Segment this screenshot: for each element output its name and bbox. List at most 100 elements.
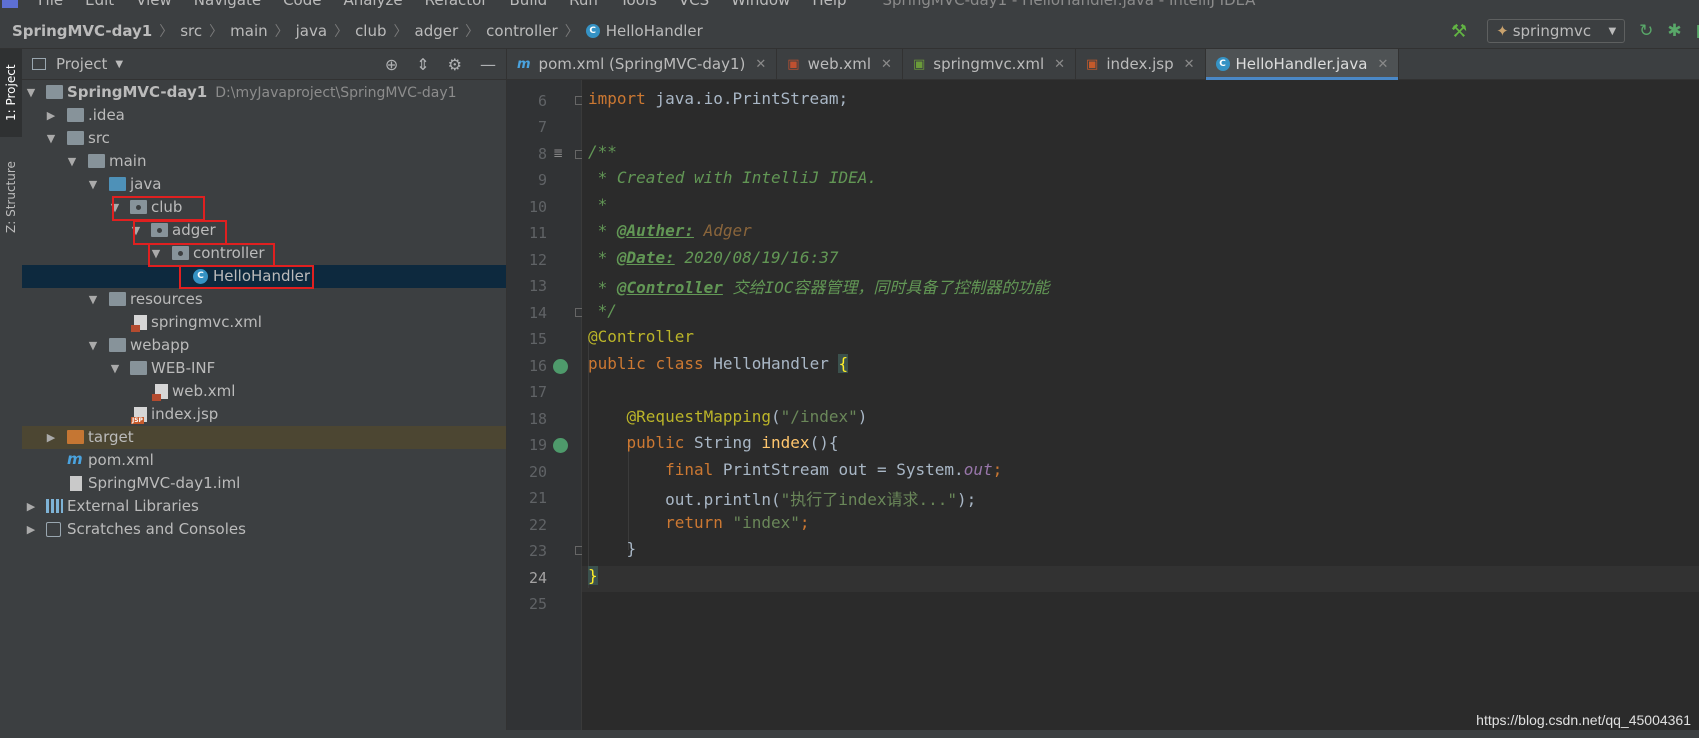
code-line: public String index(){ <box>626 433 839 452</box>
close-icon[interactable]: ✕ <box>1054 57 1065 72</box>
expand-arrow-icon[interactable]: ▼ <box>88 293 98 306</box>
breadcrumb-project[interactable]: SpringMVC-day1 <box>12 22 152 40</box>
doc-rendered-view-icon[interactable]: ≣ <box>553 146 563 160</box>
menu-view[interactable]: View <box>136 0 172 9</box>
expand-arrow-icon[interactable]: ▼ <box>110 201 120 214</box>
rerun-icon[interactable]: ↻ <box>1639 21 1653 41</box>
menu-tools[interactable]: Tools <box>620 0 657 9</box>
menu-window[interactable]: Window <box>731 0 790 9</box>
xml-file-icon: ▣ <box>912 56 926 72</box>
tab-index-jsp[interactable]: ▣ index.jsp ✕ <box>1076 49 1206 79</box>
menu-vcs[interactable]: VCS <box>679 0 709 9</box>
java-class-icon: C <box>1215 57 1230 71</box>
project-panel-title[interactable]: Project <box>56 55 107 73</box>
menu-edit[interactable]: Edit <box>85 0 114 9</box>
menu-analyze[interactable]: Analyze <box>343 0 402 9</box>
close-icon[interactable]: ✕ <box>881 57 892 72</box>
tree-item-web-inf[interactable]: ▼ WEB-INF <box>22 357 506 380</box>
menu-help[interactable]: Help <box>812 0 846 9</box>
chevron-down-icon[interactable]: ▼ <box>115 59 123 70</box>
menu-navigate[interactable]: Navigate <box>194 0 261 9</box>
tree-item-hellohandler[interactable]: C HelloHandler <box>22 265 506 288</box>
tree-item-main[interactable]: ▼ main <box>22 150 506 173</box>
jsp-file-icon <box>131 407 147 424</box>
collapse-all-icon[interactable]: ⇕ <box>416 55 429 74</box>
tree-item-external-libraries[interactable]: ▶ External Libraries <box>22 495 506 518</box>
tree-item-pom-xml[interactable]: m pom.xml <box>22 449 506 472</box>
menu-build[interactable]: Build <box>510 0 548 9</box>
tree-item-label: pom.xml <box>88 451 154 469</box>
expand-arrow-icon[interactable]: ▼ <box>131 224 141 237</box>
menu-run[interactable]: Run <box>569 0 598 9</box>
tab-label: HelloHandler.java <box>1235 55 1368 73</box>
expand-arrow-icon[interactable]: ▶ <box>26 500 36 513</box>
tree-item-web-xml[interactable]: web.xml <box>22 380 506 403</box>
build-hammer-icon[interactable]: ⚒ <box>1451 21 1467 42</box>
structure-tool-tab[interactable]: Z: Structure <box>0 149 22 245</box>
breadcrumb-src[interactable]: src <box>180 22 202 40</box>
tree-item-target[interactable]: ▶ target <box>22 426 506 449</box>
tree-item-label: java <box>130 175 162 193</box>
menu-refactor[interactable]: Refactor <box>425 0 488 9</box>
coverage-icon[interactable]: ▮ <box>1696 21 1699 41</box>
spring-bean-icon[interactable] <box>553 359 568 374</box>
tree-item-project-root[interactable]: ▼ SpringMVC-day1 D:\myJavaproject\SpringM… <box>22 81 506 104</box>
menu-file[interactable]: File <box>38 0 63 9</box>
project-tool-tab[interactable]: 1: Project <box>0 49 22 137</box>
java-class-icon: C <box>585 24 600 38</box>
menu-code[interactable]: Code <box>283 0 321 9</box>
breadcrumb-main[interactable]: main <box>230 22 267 40</box>
tree-item-src[interactable]: ▼ src <box>22 127 506 150</box>
debug-bug-icon[interactable]: ✱ <box>1667 21 1681 41</box>
expand-arrow-icon[interactable]: ▼ <box>151 247 161 260</box>
tab-springmvc-xml[interactable]: ▣ springmvc.xml ✕ <box>903 49 1077 79</box>
close-icon[interactable]: ✕ <box>1184 57 1195 72</box>
run-configuration-select[interactable]: ✦ springmvc ▼ <box>1487 19 1626 43</box>
tree-item-index-jsp[interactable]: index.jsp <box>22 403 506 426</box>
package-icon <box>151 223 168 237</box>
breadcrumb-hellohandler[interactable]: HelloHandler <box>606 22 703 40</box>
expand-arrow-icon[interactable]: ▶ <box>26 523 36 536</box>
tree-item-idea[interactable]: ▶ .idea <box>22 104 506 127</box>
expand-arrow-icon[interactable]: ▼ <box>26 86 36 99</box>
expand-arrow-icon[interactable]: ▼ <box>88 178 98 191</box>
tree-item-label: main <box>109 152 147 170</box>
tree-item-adger[interactable]: ▼ adger <box>22 219 506 242</box>
tree-item-resources[interactable]: ▼ resources <box>22 288 506 311</box>
folder-icon <box>67 108 84 122</box>
close-icon[interactable]: ✕ <box>1377 57 1388 72</box>
breadcrumb-club[interactable]: club <box>355 22 386 40</box>
breadcrumb-adger[interactable]: adger <box>415 22 459 40</box>
hide-minus-icon[interactable]: — <box>480 55 496 74</box>
spring-request-mapping-icon[interactable] <box>553 438 568 453</box>
code-editor[interactable]: import java.io.PrintStream; /** * Create… <box>582 80 1699 738</box>
expand-arrow-icon[interactable]: ▼ <box>46 132 56 145</box>
tree-item-webapp[interactable]: ▼ webapp <box>22 334 506 357</box>
tree-item-controller[interactable]: ▼ controller <box>22 242 506 265</box>
tree-item-label: HelloHandler <box>213 267 311 285</box>
locate-target-icon[interactable]: ⊕ <box>385 55 398 74</box>
expand-arrow-icon[interactable]: ▼ <box>88 339 98 352</box>
tree-item-java[interactable]: ▼ java <box>22 173 506 196</box>
tab-web-xml[interactable]: ▣ web.xml ✕ <box>777 49 903 79</box>
expand-arrow-icon[interactable]: ▼ <box>110 362 120 375</box>
tree-item-label: club <box>151 198 183 216</box>
expand-arrow-icon[interactable]: ▶ <box>46 431 56 444</box>
line-number: 25 <box>528 595 547 613</box>
module-folder-icon <box>46 85 63 99</box>
breadcrumb-java[interactable]: java <box>296 22 327 40</box>
expand-arrow-icon[interactable]: ▶ <box>46 109 56 122</box>
gear-icon[interactable]: ⚙ <box>448 55 462 74</box>
tree-item-iml[interactable]: SpringMVC-day1.iml <box>22 472 506 495</box>
tree-item-club[interactable]: ▼ club <box>22 196 506 219</box>
tree-item-scratches[interactable]: ▶ Scratches and Consoles <box>22 518 506 541</box>
tab-hellohandler-java[interactable]: C HelloHandler.java ✕ <box>1205 49 1400 80</box>
breadcrumb-controller[interactable]: controller <box>486 22 558 40</box>
tree-item-springmvc-xml[interactable]: springmvc.xml <box>22 311 506 334</box>
folder-icon <box>88 154 105 168</box>
expand-arrow-icon[interactable]: ▼ <box>67 155 77 168</box>
tab-pom-xml[interactable]: m pom.xml (SpringMVC-day1) ✕ <box>507 49 778 79</box>
tree-item-label: External Libraries <box>67 497 199 515</box>
tree-item-label: SpringMVC-day1 <box>67 83 208 101</box>
close-icon[interactable]: ✕ <box>755 57 766 72</box>
